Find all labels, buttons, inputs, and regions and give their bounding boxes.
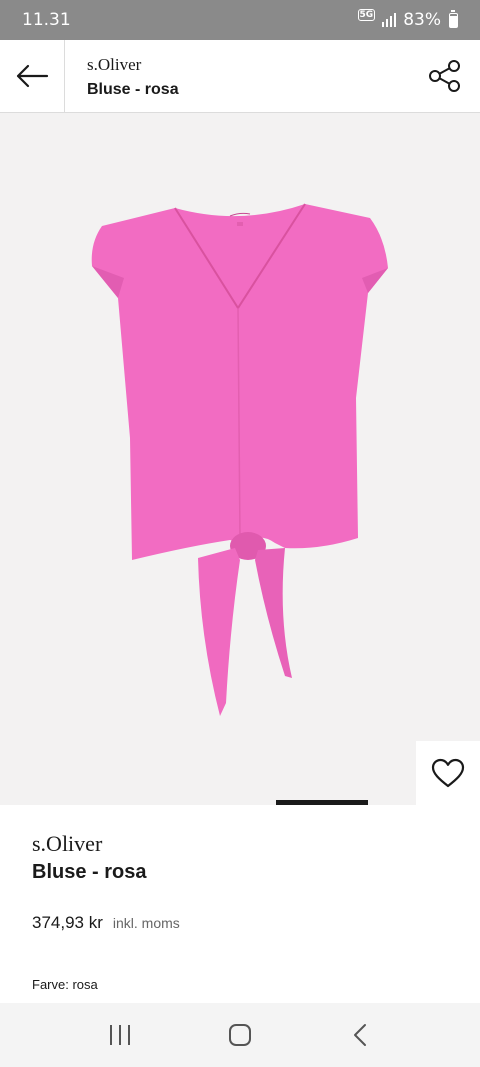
vat-note: inkl. moms — [112, 915, 180, 931]
product-image — [91, 203, 388, 716]
product-brand: s.Oliver — [32, 831, 103, 856]
back-button[interactable] — [0, 40, 65, 112]
app-header: s.Oliver Bluse - rosa — [0, 40, 480, 113]
status-indicators: 5G 83% — [357, 9, 458, 30]
product-info: s.Oliver Bluse - rosa 374,93 kr inkl. mo… — [0, 805, 480, 1003]
arrow-left-icon — [16, 64, 49, 88]
share-icon — [429, 60, 460, 92]
home-icon — [229, 1024, 251, 1046]
header-titles: s.Oliver Bluse - rosa — [65, 40, 410, 112]
price-row: 374,93 kr inkl. moms — [32, 913, 180, 933]
battery-icon — [449, 9, 458, 28]
product-gallery[interactable] — [0, 113, 480, 805]
network-badge: 5G — [357, 9, 376, 21]
wishlist-button[interactable] — [416, 741, 480, 805]
back-chevron-icon — [354, 1024, 366, 1046]
home-button[interactable] — [210, 1010, 270, 1060]
battery-fill — [450, 15, 457, 27]
recents-button[interactable] — [90, 1010, 150, 1060]
product-name: Bluse - rosa — [32, 861, 147, 883]
signal-icon — [382, 13, 397, 27]
color-row: Farve: rosa — [32, 977, 98, 992]
header-brand: s.Oliver — [87, 55, 142, 74]
battery-percent: 83% — [403, 10, 441, 30]
color-label: Farve: — [32, 977, 69, 992]
header-product-name: Bluse - rosa — [87, 81, 179, 98]
status-bar: 11.31 5G 83% — [0, 0, 480, 40]
product-price: 374,93 kr — [32, 913, 103, 932]
system-back-button[interactable] — [330, 1010, 390, 1060]
status-time: 11.31 — [22, 10, 71, 30]
color-value: rosa — [72, 977, 98, 992]
recents-icon — [110, 1025, 130, 1045]
heart-outline-icon — [431, 758, 465, 788]
share-button[interactable] — [410, 40, 480, 112]
system-nav-bar — [0, 1003, 480, 1067]
